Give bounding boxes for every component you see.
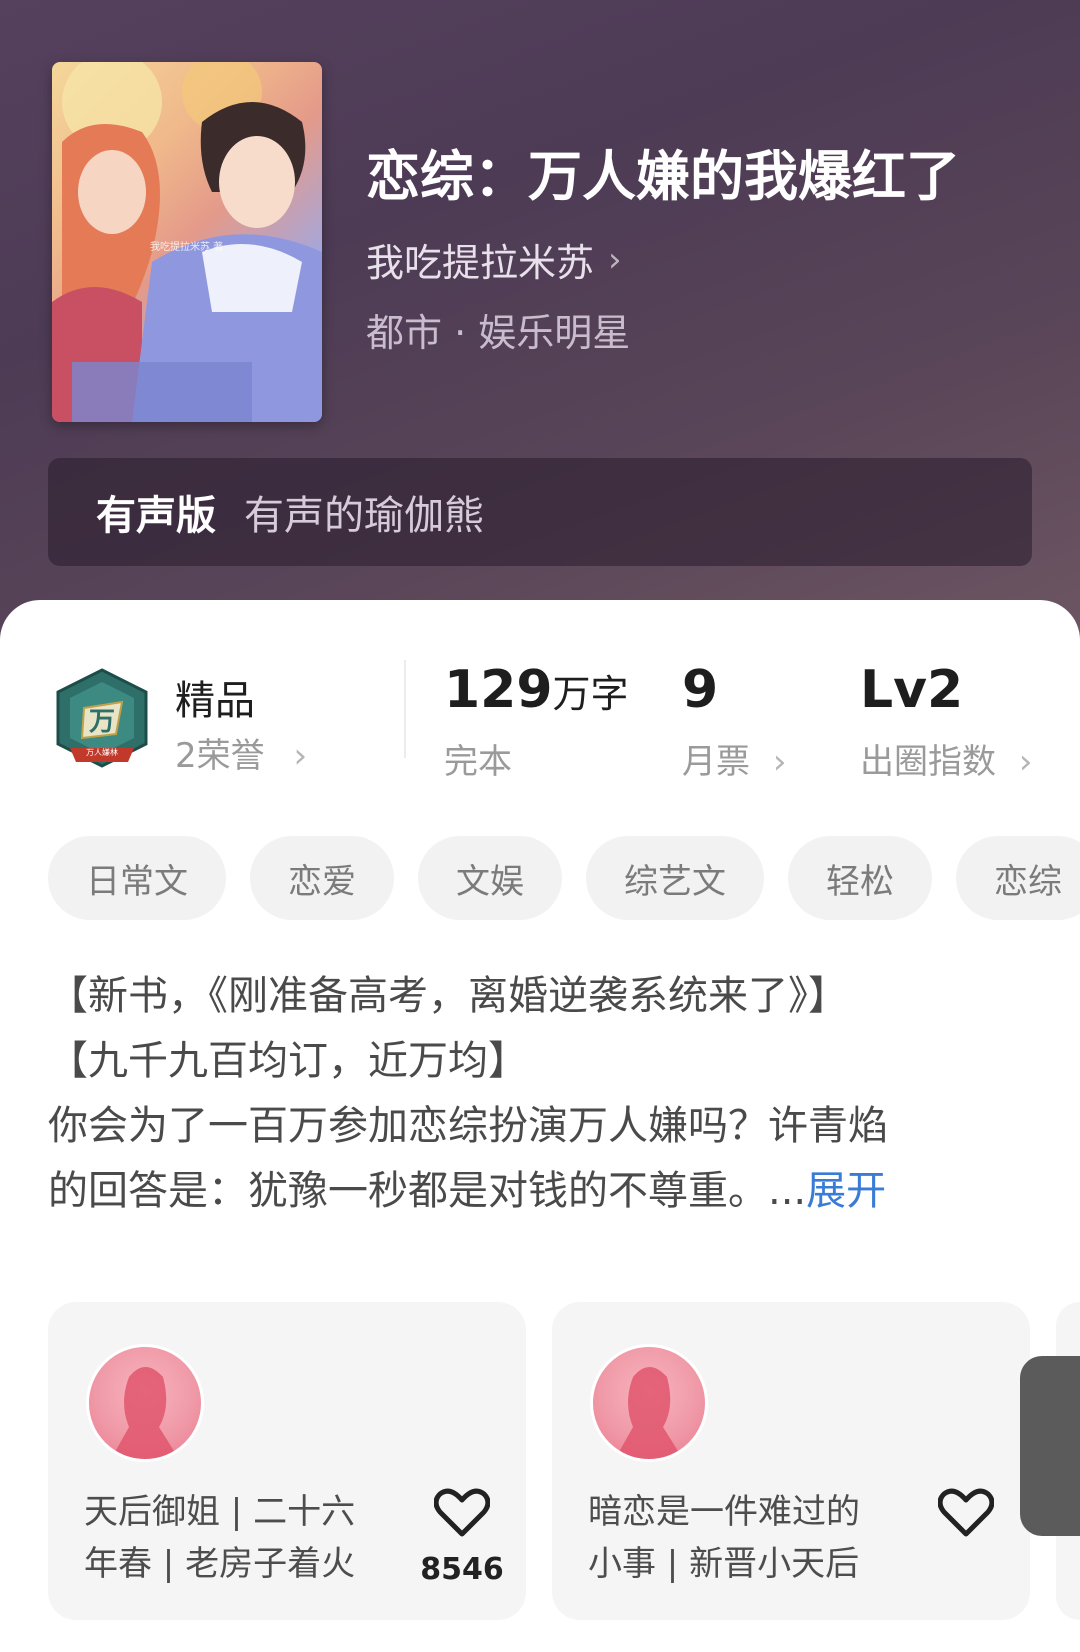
audio-version-label: 有声版: [96, 493, 216, 539]
word-count: 129万字: [444, 660, 629, 720]
description-line: 【新书，《刚准备高考，离婚逆袭系统来了》】: [48, 973, 848, 1019]
description-line: 你会为了一百万参加恋综扮演万人嫌吗？许青焰: [48, 1103, 888, 1149]
tag-chip[interactable]: 轻松: [788, 836, 932, 920]
book-header: 我吃提拉米苏 著 恋综：万人嫌的我爆红了 我吃提拉米苏 › 都市 · 娱乐明星 …: [0, 0, 1080, 640]
description-line-last: 的回答是：犹豫一秒都是对钱的不尊重。...展开: [48, 1159, 1048, 1224]
related-card[interactable]: 天后御姐 | 二十六 年春 | 老房子着火 8546: [48, 1302, 526, 1620]
word-count-number: 129: [444, 660, 553, 720]
book-title: 恋综：万人嫌的我爆红了: [366, 144, 960, 208]
monthly-votes-link[interactable]: 月票 ›: [682, 734, 786, 783]
level-link[interactable]: 出圈指数 ›: [860, 734, 1032, 783]
tag-chip[interactable]: 恋爱: [250, 836, 394, 920]
expand-link[interactable]: 展开: [806, 1168, 886, 1214]
audio-narrator: 有声的瑜伽熊: [244, 493, 484, 539]
tag-chip[interactable]: 综艺文: [586, 836, 764, 920]
description-line: 的回答是：犹豫一秒都是对钱的不尊重。...: [48, 1168, 807, 1214]
chevron-right-icon: ›: [293, 736, 308, 776]
heart-icon[interactable]: [936, 1488, 996, 1542]
word-count-unit: 万字: [552, 672, 629, 716]
book-genre: 都市 · 娱乐明星: [366, 311, 631, 355]
chevron-right-icon: ›: [1018, 742, 1033, 782]
floating-side-tab[interactable]: [1020, 1356, 1080, 1536]
monthly-votes-count: 9: [682, 660, 719, 720]
svg-text:万: 万: [89, 707, 115, 737]
card-title-line: 暗恋是一件难过的: [588, 1492, 860, 1532]
stats-divider: [404, 660, 406, 758]
book-description: 【新书，《刚准备高考，离婚逆袭系统来了》】 【九千九百均订，近万均】 你会为了一…: [48, 964, 1048, 1224]
related-card[interactable]: 暗恋是一件难过的 小事 | 新晋小天后: [552, 1302, 1030, 1620]
premium-title: 精品: [175, 678, 255, 724]
tag-chip[interactable]: 日常文: [48, 836, 226, 920]
card-title-line: 年春 | 老房子着火: [84, 1544, 356, 1584]
like-count: 8546: [420, 1552, 504, 1587]
honor-link[interactable]: 2荣誉 ›: [175, 728, 307, 777]
honor-count: 2荣誉: [175, 736, 265, 776]
tag-chip[interactable]: 恋综: [956, 836, 1080, 920]
audio-version-bar[interactable]: 有声版 有声的瑜伽熊: [48, 458, 1032, 566]
chevron-right-icon: ›: [608, 239, 622, 280]
tag-list: 日常文 恋爱 文娱 综艺文 轻松 恋综: [48, 836, 1080, 920]
card-title-line: 天后御姐 | 二十六: [84, 1492, 356, 1532]
badge-text: 万人嫌林: [86, 748, 118, 757]
avatar: [590, 1344, 708, 1462]
heart-icon[interactable]: [432, 1488, 492, 1542]
level-value: Lv2: [860, 660, 964, 720]
avatar: [86, 1344, 204, 1462]
cover-author-text: 我吃提拉米苏 著: [150, 242, 224, 253]
card-title-line: 小事 | 新晋小天后: [588, 1544, 860, 1584]
premium-badge-icon[interactable]: 万 万人嫌林: [52, 668, 152, 774]
monthly-votes-label: 月票: [682, 742, 750, 782]
chevron-right-icon: ›: [772, 742, 787, 782]
card-title: 天后御姐 | 二十六 年春 | 老房子着火: [84, 1486, 384, 1590]
card-title: 暗恋是一件难过的 小事 | 新晋小天后: [588, 1486, 888, 1590]
level-label: 出圈指数: [860, 742, 996, 782]
author-link[interactable]: 我吃提拉米苏 ›: [366, 232, 622, 287]
description-line: 【九千九百均订，近万均】: [48, 1038, 528, 1084]
book-cover[interactable]: 我吃提拉米苏 著: [52, 62, 322, 422]
author-name: 我吃提拉米苏: [366, 241, 595, 285]
tag-chip[interactable]: 文娱: [418, 836, 562, 920]
book-status: 完本: [444, 742, 512, 782]
